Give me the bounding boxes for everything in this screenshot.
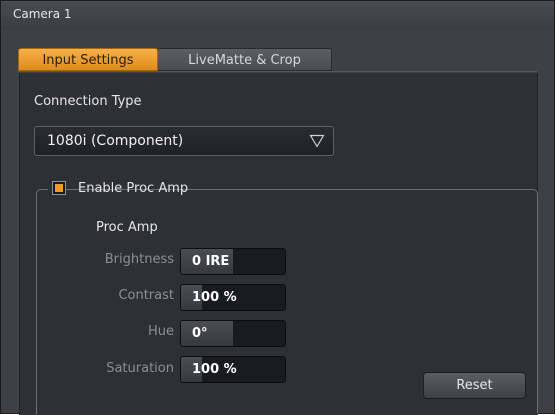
hue-label: Hue: [147, 324, 174, 339]
window-title: Camera 1: [13, 7, 72, 21]
tab-input-settings[interactable]: Input Settings: [18, 48, 158, 71]
brightness-slider[interactable]: 0 IRE: [180, 248, 286, 275]
enable-proc-amp-label: Enable Proc Amp: [78, 181, 189, 196]
brightness-label: Brightness: [104, 252, 174, 267]
tab-divider: [18, 71, 537, 72]
triangle-down-icon: [309, 134, 325, 148]
brightness-value: 0 IRE: [192, 254, 230, 269]
tab-livematte-crop[interactable]: LiveMatte & Crop: [158, 48, 332, 71]
contrast-label: Contrast: [118, 288, 174, 303]
checkbox-mark: [55, 184, 63, 192]
reset-button[interactable]: Reset: [423, 372, 526, 399]
saturation-value: 100 %: [192, 362, 237, 377]
contrast-value: 100 %: [192, 290, 237, 305]
connection-type-value: 1080i (Component): [47, 133, 184, 149]
hue-slider[interactable]: 0°: [180, 320, 286, 347]
proc-amp-title: Proc Amp: [96, 220, 158, 235]
contrast-slider[interactable]: 100 %: [180, 284, 286, 311]
connection-type-label: Connection Type: [34, 94, 142, 109]
connection-type-dropdown[interactable]: 1080i (Component): [34, 126, 334, 156]
hue-value: 0°: [192, 326, 208, 341]
window-edge: [555, 0, 559, 414]
saturation-label: Saturation: [106, 361, 174, 376]
saturation-slider[interactable]: 100 %: [180, 356, 286, 383]
enable-proc-amp-toggle[interactable]: Enable Proc Amp: [48, 178, 188, 200]
enable-proc-amp-checkbox[interactable]: [52, 181, 66, 195]
title-bar: Camera 1: [1, 1, 554, 29]
